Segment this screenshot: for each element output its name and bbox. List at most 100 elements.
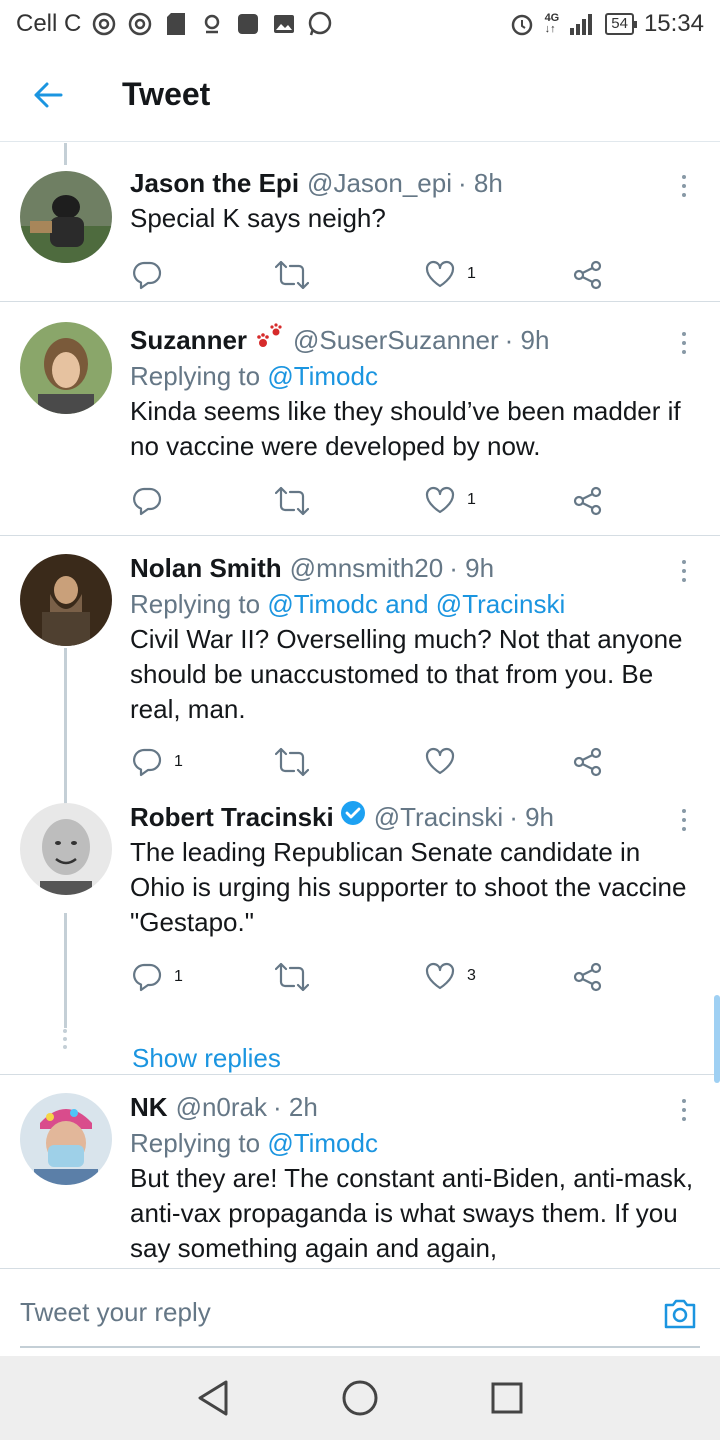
camera-icon	[664, 1299, 696, 1329]
paw-prints-icon	[255, 323, 285, 349]
heart-icon	[425, 260, 455, 288]
share-button[interactable]	[573, 260, 603, 290]
mention-link[interactable]: @Timodc	[267, 1128, 378, 1158]
tweet-header: NK @n0rak · 2h	[130, 1089, 700, 1125]
nav-back-button[interactable]	[193, 1378, 233, 1418]
more-options-button[interactable]	[674, 556, 694, 586]
chrome-icon	[91, 11, 117, 37]
like-button[interactable]: 1	[425, 486, 476, 514]
tweet-time: · 9h	[509, 802, 554, 832]
author-name[interactable]: Suzanner	[130, 322, 247, 358]
mention-link[interactable]: @Timodc	[267, 361, 378, 391]
recents-square-icon	[491, 1382, 523, 1414]
author-handle[interactable]: @SuserSuzanner	[293, 322, 499, 358]
mention-link[interactable]: @Timodc and @Tracinski	[267, 589, 565, 619]
avatar[interactable]	[20, 554, 112, 646]
tweet-header: Suzanner @SuserSuzanner · 9h	[130, 322, 700, 358]
tweet-feed[interactable]: Jason the Epi @Jason_epi · 8h Special K …	[0, 143, 720, 1268]
back-button[interactable]	[0, 48, 96, 142]
reply-button[interactable]	[132, 260, 174, 290]
reply-icon	[133, 963, 162, 992]
reply-icon	[133, 487, 162, 516]
tweet-item[interactable]: NK @n0rak · 2h Replying to @Timodc But t…	[0, 1075, 720, 1268]
reply-button[interactable]	[132, 486, 174, 516]
location-icon	[199, 11, 225, 37]
more-options-button[interactable]	[674, 805, 694, 835]
battery-indicator: 54	[605, 13, 637, 35]
share-icon	[573, 260, 602, 290]
reply-icon	[133, 261, 162, 290]
tweet-item[interactable]: Jason the Epi @Jason_epi · 8h Special K …	[0, 143, 720, 302]
author-handle[interactable]: @n0rak	[176, 1089, 267, 1125]
tweet-item[interactable]: Robert Tracinski @Tracinski · 9h The lea…	[0, 799, 720, 1075]
replying-to: Replying to @Timodc	[130, 1128, 378, 1158]
camera-button[interactable]	[662, 1295, 698, 1331]
reply-button[interactable]: 1	[132, 747, 183, 777]
system-nav-bar	[0, 1356, 720, 1440]
more-options-button[interactable]	[674, 328, 694, 358]
replying-to: Replying to @Timodc and @Tracinski	[130, 589, 566, 619]
share-icon	[573, 747, 602, 777]
more-options-button[interactable]	[674, 171, 694, 201]
like-button[interactable]: 1	[425, 260, 476, 288]
tweet-text: The leading Republican Senate candidate …	[130, 837, 687, 937]
tweet-text: Special K says neigh?	[130, 203, 386, 233]
share-button[interactable]	[573, 747, 603, 777]
retweet-button[interactable]	[275, 962, 309, 992]
alarm-icon	[509, 11, 535, 37]
tweet-text: Civil War II? Overselling much? Not that…	[130, 624, 683, 724]
author-name[interactable]: Nolan Smith	[130, 550, 282, 586]
tweet-actions: 1 3	[0, 950, 700, 1010]
author-handle[interactable]: @Tracinski	[374, 799, 503, 835]
verified-badge-icon	[340, 800, 366, 826]
nav-home-button[interactable]	[340, 1378, 380, 1418]
scroll-indicator[interactable]	[714, 995, 720, 1083]
heart-icon	[425, 962, 455, 990]
retweet-button[interactable]	[275, 486, 309, 516]
author-name[interactable]: NK	[130, 1089, 168, 1125]
retweet-icon	[275, 486, 309, 516]
tweet-time: · 9h	[449, 553, 495, 583]
arrow-left-icon	[34, 82, 63, 107]
share-button[interactable]	[573, 486, 603, 516]
tweet-item[interactable]: Suzanner @SuserSuzanner · 9h Replying to…	[0, 302, 720, 536]
author-name[interactable]: Robert Tracinski	[130, 799, 334, 835]
reply-count: 1	[174, 968, 183, 985]
like-count: 1	[467, 491, 476, 508]
like-count: 3	[467, 967, 476, 984]
like-button[interactable]	[425, 747, 467, 775]
clock: 15:34	[643, 10, 704, 37]
carrier-label: Cell C	[16, 10, 82, 37]
author-handle[interactable]: @Jason_epi	[307, 165, 452, 201]
tweet-item[interactable]: Nolan Smith @mnsmith20 · 9h Replying to …	[0, 536, 720, 799]
reply-input[interactable]: Tweet your reply	[20, 1297, 211, 1328]
show-replies-link[interactable]: Show replies	[132, 1043, 281, 1074]
avatar[interactable]	[20, 1093, 112, 1185]
nav-recents-button[interactable]	[487, 1378, 527, 1418]
reply-composer: Tweet your reply	[0, 1268, 720, 1356]
retweet-button[interactable]	[275, 260, 309, 290]
back-triangle-icon	[198, 1380, 228, 1416]
author-handle[interactable]: @mnsmith20	[290, 550, 444, 586]
heart-icon	[425, 747, 455, 775]
avatar[interactable]	[20, 803, 112, 895]
tweet-actions: 1	[0, 737, 700, 797]
tweet-time: · 9h	[504, 325, 550, 355]
share-button[interactable]	[573, 962, 603, 992]
author-name[interactable]: Jason the Epi	[130, 165, 299, 201]
tweet-text: But they are! The constant anti-Biden, a…	[130, 1163, 694, 1263]
replying-to: Replying to @Timodc	[130, 361, 378, 391]
chrome-icon	[127, 11, 153, 37]
reply-button[interactable]: 1	[132, 962, 183, 992]
tweet-actions: 1	[0, 476, 700, 536]
avatar[interactable]	[20, 322, 112, 414]
retweet-button[interactable]	[275, 747, 309, 777]
tweet-actions: 1	[0, 248, 700, 308]
app-header: Tweet	[0, 48, 720, 142]
heart-icon	[425, 486, 455, 514]
like-button[interactable]: 3	[425, 962, 476, 990]
share-icon	[573, 962, 602, 992]
square-icon	[235, 11, 261, 37]
more-options-button[interactable]	[674, 1095, 694, 1125]
share-icon	[573, 486, 602, 516]
